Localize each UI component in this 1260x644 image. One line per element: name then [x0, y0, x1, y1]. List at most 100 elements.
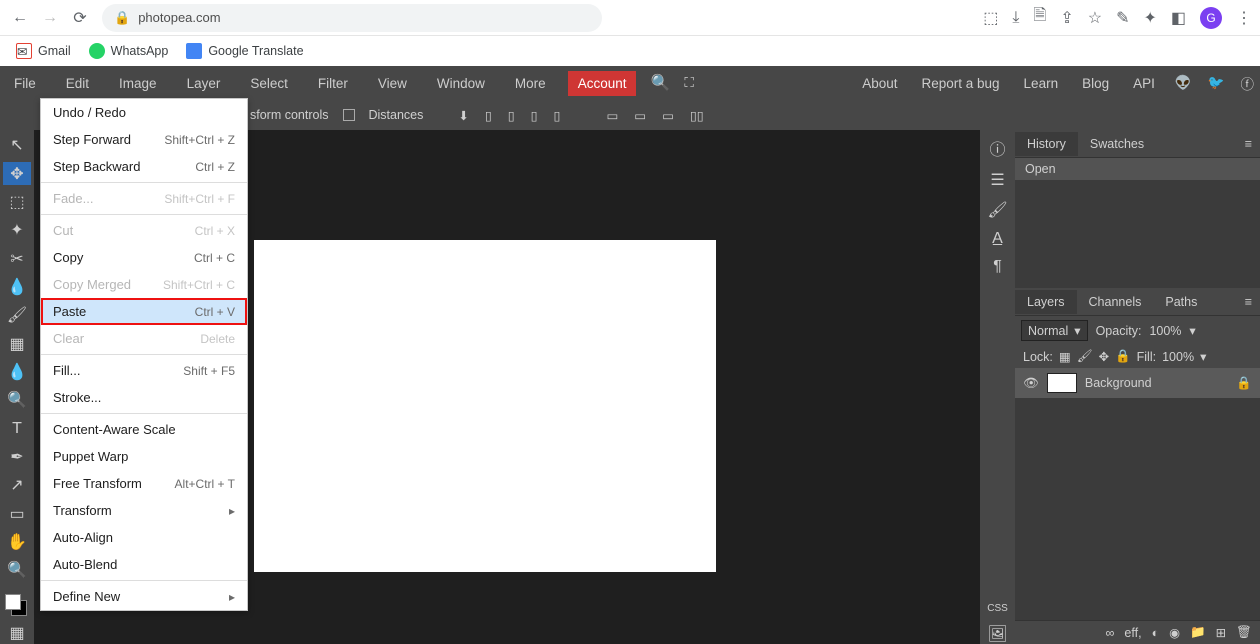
brush-settings-icon[interactable]: 🖌 — [987, 200, 1007, 220]
menu-item-step-forward[interactable]: Step ForwardShift+Ctrl + Z — [41, 126, 247, 153]
opacity-dropdown-icon[interactable]: ▾ — [1189, 323, 1195, 338]
fullscreen-icon[interactable]: ⛶ — [684, 75, 693, 91]
menu-layer[interactable]: Layer — [179, 72, 229, 95]
menu-account[interactable]: Account — [568, 71, 637, 96]
doc-icon[interactable]: 🗎 — [1033, 4, 1046, 31]
tab-swatches[interactable]: Swatches — [1078, 132, 1156, 156]
lock-all-icon[interactable]: 🔒 — [1115, 349, 1131, 364]
forward-button[interactable]: → — [38, 6, 62, 30]
paragraph-icon[interactable]: ¶ — [993, 258, 1002, 276]
tool-sponge[interactable]: 🔍 — [3, 389, 31, 411]
menu-item-paste[interactable]: PasteCtrl + V — [41, 298, 247, 325]
align-left-icon[interactable]: ▯ — [485, 108, 492, 123]
bookmark-translate[interactable]: Google Translate — [186, 43, 303, 59]
layer-thumbnail[interactable] — [1047, 373, 1077, 393]
extensions-icon[interactable]: ✦ — [1143, 8, 1156, 28]
distribute-3-icon[interactable]: ▭ — [662, 108, 674, 123]
link-icon[interactable]: ∞ — [1106, 626, 1115, 640]
tool-hand[interactable]: ✋ — [3, 531, 31, 553]
facebook-icon[interactable]: ⓕ — [1241, 73, 1255, 93]
tab-history[interactable]: History — [1015, 132, 1078, 156]
tab-channels[interactable]: Channels — [1077, 290, 1154, 314]
adjustment-icon[interactable]: ◉ — [1169, 625, 1180, 640]
menu-item-puppet-warp[interactable]: Puppet Warp — [41, 443, 247, 470]
distribute-4-icon[interactable]: ▯▯ — [690, 108, 704, 123]
tab-paths[interactable]: Paths — [1153, 290, 1209, 314]
link-api[interactable]: API — [1129, 72, 1159, 95]
reload-button[interactable]: ⟳ — [68, 6, 92, 30]
fill-dropdown-icon[interactable]: ▾ — [1200, 349, 1206, 364]
tool-pen[interactable]: ✒ — [3, 446, 31, 468]
reddit-icon[interactable]: 👽 — [1175, 75, 1192, 91]
tool-zoom[interactable]: 🔍 — [3, 559, 31, 581]
link-bug[interactable]: Report a bug — [917, 72, 1003, 95]
menu-window[interactable]: Window — [429, 72, 493, 95]
menu-select[interactable]: Select — [242, 72, 296, 95]
css-icon[interactable]: CSS — [987, 603, 1008, 614]
tool-type[interactable]: T — [3, 417, 31, 439]
distribute-1-icon[interactable]: ▭ — [606, 108, 618, 123]
link-blog[interactable]: Blog — [1078, 72, 1113, 95]
twitter-icon[interactable]: 🐦 — [1208, 75, 1225, 91]
history-menu-icon[interactable]: ≡ — [1237, 137, 1260, 151]
tool-move[interactable]: ✥ — [3, 162, 31, 184]
panel-icon[interactable]: ◧ — [1171, 8, 1186, 28]
trash-icon[interactable]: 🗑 — [1236, 625, 1252, 640]
tool-rectangle[interactable]: ▭ — [3, 502, 31, 524]
menu-edit[interactable]: Edit — [58, 72, 97, 95]
link-learn[interactable]: Learn — [1020, 72, 1063, 95]
tool-blur[interactable]: 💧 — [3, 361, 31, 383]
link-about[interactable]: About — [858, 72, 901, 95]
visibility-icon[interactable]: 👁 — [1023, 376, 1039, 391]
tool-eyedropper[interactable]: 💧 — [3, 276, 31, 298]
blend-mode-select[interactable]: Normal▾ — [1021, 320, 1088, 341]
effects-label[interactable]: eff, — [1124, 626, 1141, 640]
download-icon[interactable]: ⤓ — [1012, 9, 1019, 27]
opacity-value[interactable]: 100% — [1149, 324, 1181, 338]
align-right-icon[interactable]: ▯ — [531, 108, 538, 123]
back-button[interactable]: ← — [8, 6, 32, 30]
tool-quickmask[interactable]: ▦ — [3, 622, 31, 644]
layer-row[interactable]: 👁 Background 🔒 — [1015, 368, 1260, 398]
address-bar[interactable]: 🔒 photopea.com — [102, 4, 602, 32]
bookmark-whatsapp[interactable]: WhatsApp — [89, 43, 169, 59]
distribute-2-icon[interactable]: ▭ — [634, 108, 646, 123]
align-download-icon[interactable]: ⬇ — [458, 108, 468, 123]
layers-menu-icon[interactable]: ≡ — [1237, 295, 1260, 309]
menu-item-define-new[interactable]: Define New▸ — [41, 583, 247, 610]
new-layer-icon[interactable]: ⊞ — [1216, 625, 1226, 640]
folder-icon[interactable]: 📁 — [1190, 625, 1206, 640]
bookmark-star-icon[interactable]: ☆ — [1088, 8, 1102, 28]
wand-icon[interactable]: ✎ — [1116, 8, 1129, 28]
color-swatches[interactable] — [3, 592, 31, 616]
tab-layers[interactable]: Layers — [1015, 290, 1077, 314]
align-center-icon[interactable]: ▯ — [508, 108, 515, 123]
menu-image[interactable]: Image — [111, 72, 165, 95]
tool-brush[interactable]: 🖌 — [3, 304, 31, 326]
menu-filter[interactable]: Filter — [310, 72, 356, 95]
tool-path[interactable]: ↗ — [3, 474, 31, 496]
lock-pixels-icon[interactable]: ▦ — [1059, 349, 1071, 364]
tool-gradient[interactable]: ▦ — [3, 332, 31, 354]
menu-view[interactable]: View — [370, 72, 415, 95]
menu-item-stroke-[interactable]: Stroke... — [41, 384, 247, 411]
menu-item-transform[interactable]: Transform▸ — [41, 497, 247, 524]
menu-more[interactable]: More — [507, 72, 554, 95]
menu-item-undo-redo[interactable]: Undo / Redo — [41, 99, 247, 126]
menu-item-copy[interactable]: CopyCtrl + C — [41, 244, 247, 271]
info-icon[interactable]: ⓘ — [989, 136, 1005, 160]
menu-item-auto-blend[interactable]: Auto-Blend — [41, 551, 247, 578]
tool-wand[interactable]: ✦ — [3, 219, 31, 241]
fill-value[interactable]: 100% — [1162, 350, 1194, 364]
mask-icon[interactable]: ◐ — [1152, 626, 1160, 640]
tool-marquee[interactable]: ⬚ — [3, 191, 31, 213]
tool-crop[interactable]: ✂ — [3, 247, 31, 269]
lock-move-icon[interactable]: ✥ — [1099, 349, 1109, 364]
search-icon[interactable]: 🔍 — [650, 73, 670, 93]
menu-item-step-backward[interactable]: Step BackwardCtrl + Z — [41, 153, 247, 180]
canvas[interactable] — [254, 240, 716, 572]
adjust-icon[interactable]: ☰ — [990, 170, 1004, 190]
image-icon[interactable]: 🖼 — [987, 624, 1007, 644]
tool-move-arrow[interactable]: ↖ — [3, 134, 31, 156]
install-icon[interactable]: ⬚ — [983, 8, 998, 28]
